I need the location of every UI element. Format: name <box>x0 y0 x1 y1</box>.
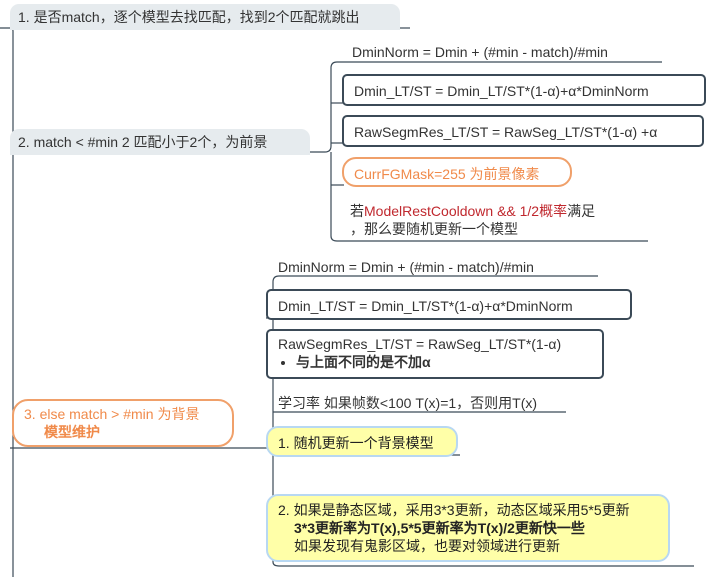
bg-region-update[interactable]: 2. 如果是静态区域，采用3*3更新，动态区域采用5*5更新 3*3更新率为T(… <box>266 494 670 562</box>
bg-region-update-line1: 2. 如果是静态区域，采用3*3更新，动态区域采用5*5更新 <box>278 502 630 518</box>
bg-region-update-line2: 3*3更新率为T(x),5*5更新率为T(x)/2更新快一些 <box>294 520 585 536</box>
node-else-background[interactable]: 3. else match > #min 为背景 模型维护 <box>12 399 234 447</box>
fg-currfgmask-text: CurrFGMask=255 为前景像素 <box>354 166 540 182</box>
bg-dmin-lt-st[interactable]: Dmin_LT/ST = Dmin_LT/ST*(1-α)+α*DminNorm <box>266 289 632 320</box>
bg-learning-rate-text: 学习率 如果帧数<100 T(x)=1，否则用T(x) <box>278 395 538 411</box>
bg-random-update-text: 1. 随机更新一个背景模型 <box>278 435 434 451</box>
node-match-less-label: 2. match < #min 2 匹配小于2个，为前景 <box>18 134 268 150</box>
bg-dmin-lt-st-text: Dmin_LT/ST = Dmin_LT/ST*(1-α)+α*DminNorm <box>278 298 573 314</box>
bg-region-update-line3: 如果发现有鬼影区域，也要对领域进行更新 <box>294 538 560 554</box>
fg-cooldown-suffix: 满足 <box>567 203 596 219</box>
node-is-match[interactable]: 1. 是否match，逐个模型去找匹配，找到2个匹配就跳出 <box>10 4 400 30</box>
fg-rawsegm-text: RawSegmRes_LT/ST = RawSeg_LT/ST*(1-α) +α <box>354 124 658 140</box>
fg-cooldown-condition: ModelRestCooldown && 1/2概率 <box>364 203 568 219</box>
bg-rawsegm-text: RawSegmRes_LT/ST = RawSeg_LT/ST*(1-α) <box>278 336 562 352</box>
node-else-label-1: 3. else match > #min 为背景 <box>24 406 200 422</box>
bg-rawsegm[interactable]: RawSegmRes_LT/ST = RawSeg_LT/ST*(1-α) 与上… <box>266 329 604 379</box>
fg-currfgmask[interactable]: CurrFGMask=255 为前景像素 <box>342 157 572 187</box>
bg-learning-rate[interactable]: 学习率 如果帧数<100 T(x)=1，否则用T(x) <box>276 394 539 412</box>
fg-cooldown[interactable]: 若ModelRestCooldown && 1/2概率满足 ，那么要随机更新一个… <box>348 202 597 238</box>
node-else-label-2: 模型维护 <box>44 424 100 440</box>
fg-cooldown-line2: ，那么要随机更新一个模型 <box>350 221 518 237</box>
fg-dmin-lt-st[interactable]: Dmin_LT/ST = Dmin_LT/ST*(1-α)+α*DminNorm <box>342 74 706 106</box>
node-match-less-than-min[interactable]: 2. match < #min 2 匹配小于2个，为前景 <box>10 129 310 155</box>
bg-rawsegm-note: 与上面不同的是不加α <box>296 353 592 371</box>
bg-dmin-norm-text: DminNorm = Dmin + (#min - match)/#min <box>278 259 534 275</box>
node-is-match-label: 1. 是否match，逐个模型去找匹配，找到2个匹配就跳出 <box>18 9 360 25</box>
root-spine <box>0 27 14 577</box>
fg-dmin-norm[interactable]: DminNorm = Dmin + (#min - match)/#min <box>350 43 610 61</box>
bg-dmin-norm[interactable]: DminNorm = Dmin + (#min - match)/#min <box>276 258 536 276</box>
fg-cooldown-prefix: 若 <box>350 203 364 219</box>
fg-rawsegm[interactable]: RawSegmRes_LT/ST = RawSeg_LT/ST*(1-α) +α <box>342 115 704 147</box>
fg-dmin-lt-st-text: Dmin_LT/ST = Dmin_LT/ST*(1-α)+α*DminNorm <box>354 83 649 99</box>
fg-dmin-norm-text: DminNorm = Dmin + (#min - match)/#min <box>352 44 608 60</box>
bg-random-update[interactable]: 1. 随机更新一个背景模型 <box>266 426 458 457</box>
